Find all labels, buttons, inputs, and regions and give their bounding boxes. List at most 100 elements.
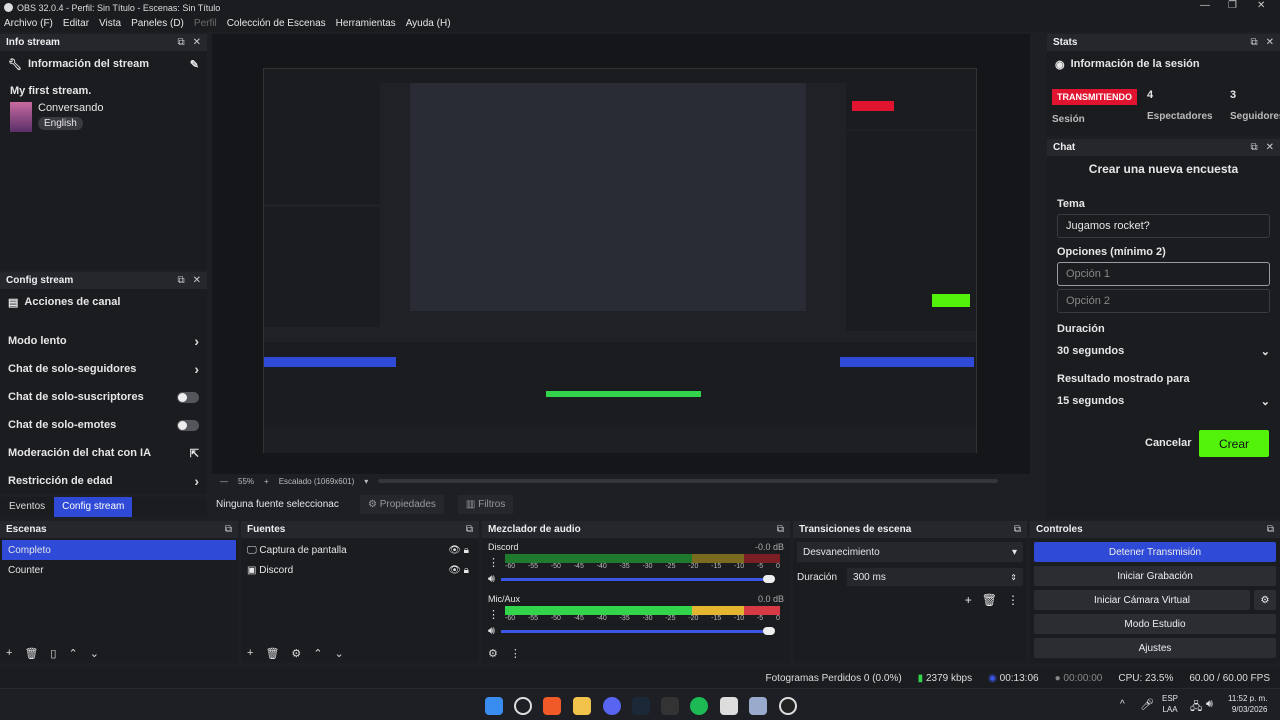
scene-filter-icon[interactable]: ▯ [50, 647, 56, 660]
menu-herramientas[interactable]: Herramientas [336, 18, 396, 29]
edit-icon[interactable]: ✎ [190, 58, 199, 71]
app-icon[interactable] [749, 697, 767, 715]
float-icon[interactable]: ⧉ [1267, 524, 1274, 535]
eye-icon[interactable]: 👁︎ [448, 545, 461, 556]
tema-input[interactable]: Jugamos rocket? [1057, 214, 1270, 238]
duration-input[interactable]: 300 ms ⇕ [847, 568, 1023, 586]
speaker-icon[interactable]: 🔊︎ [488, 573, 495, 586]
close-icon[interactable]: ✕ [1266, 142, 1274, 153]
lock-icon[interactable]: 🔒︎ [464, 565, 469, 576]
trash-icon[interactable]: 🗑︎ [982, 593, 997, 607]
preview-scrollbar[interactable] [378, 479, 999, 483]
epic-games-icon[interactable] [661, 697, 679, 715]
duracion-select[interactable]: 30 segundos ⌄ [1049, 339, 1278, 363]
zoom-in-icon[interactable]: + [264, 477, 269, 486]
chevron-down-icon[interactable]: ▾ [364, 477, 368, 486]
start-virtual-camera-button[interactable]: Iniciar Cámara Virtual [1034, 590, 1250, 610]
menu-coleccion[interactable]: Colección de Escenas [227, 18, 326, 29]
subs-only-toggle[interactable] [177, 391, 199, 403]
eye-icon[interactable]: 👁︎ [448, 565, 461, 576]
kebab-icon[interactable]: ⋮ [488, 556, 499, 569]
tab-config-stream[interactable]: Config stream [54, 497, 133, 517]
menu-vista[interactable]: Vista [99, 18, 121, 29]
create-button[interactable]: Crear [1199, 430, 1269, 457]
menu-paneles[interactable]: Paneles (D) [131, 18, 184, 29]
virtual-camera-settings-icon[interactable]: ⚙ [1254, 590, 1276, 610]
menu-ayuda[interactable]: Ayuda (H) [406, 18, 451, 29]
network-icon[interactable]: 🖧︎ [1190, 698, 1202, 717]
volume-icon[interactable]: 🔊︎ [1206, 698, 1213, 711]
float-icon[interactable]: ⧉ [777, 524, 784, 535]
followers-only-row[interactable]: Chat de solo-seguidores › [0, 355, 207, 383]
tab-eventos[interactable]: Eventos [0, 497, 54, 517]
chevron-up-icon[interactable]: ⌃ [313, 647, 322, 660]
float-icon[interactable]: ⧉ [1250, 142, 1257, 153]
clock[interactable]: 11:52 p. m. 9/03/2026 [1228, 693, 1267, 715]
source-item[interactable]: 🖵︎ Captura de pantalla 👁︎ 🔒︎ [241, 540, 479, 560]
stop-streaming-button[interactable]: Detener Transmisión [1034, 542, 1276, 562]
resultado-select[interactable]: 15 segundos ⌄ [1049, 389, 1278, 413]
volume-slider[interactable] [500, 575, 775, 583]
speaker-icon[interactable]: 🔊︎ [488, 625, 495, 638]
add-icon[interactable]: + [6, 647, 12, 659]
cancel-button[interactable]: Cancelar [1145, 437, 1191, 449]
start-recording-button[interactable]: Iniciar Grabación [1034, 566, 1276, 586]
chevron-up-icon[interactable]: ⌃ [68, 647, 77, 660]
studio-mode-button[interactable]: Modo Estudio [1034, 614, 1276, 634]
chevron-down-icon[interactable]: ⌄ [335, 647, 344, 660]
slow-mode-row[interactable]: Modo lento › [0, 327, 207, 355]
brave-icon[interactable] [543, 697, 561, 715]
spotify-icon[interactable] [690, 697, 708, 715]
float-icon[interactable]: ⧉ [466, 524, 473, 535]
lock-icon[interactable]: 🔒︎ [464, 545, 469, 556]
file-explorer-icon[interactable] [573, 697, 591, 715]
option2-input[interactable]: Opción 2 [1057, 289, 1270, 313]
ai-moderation-row[interactable]: Moderación del chat con IA ⇱ [0, 439, 207, 467]
emotes-only-toggle[interactable] [177, 419, 199, 431]
filters-button[interactable]: ▥ Filtros [457, 494, 514, 514]
option1-input[interactable]: Opción 1 [1057, 262, 1270, 286]
spinner-icon[interactable]: ⇕ [1010, 573, 1017, 582]
kebab-icon[interactable]: ⋮ [1007, 593, 1019, 607]
scene-item[interactable]: Counter [2, 560, 236, 580]
calculator-icon[interactable] [720, 697, 738, 715]
trash-icon[interactable]: 🗑︎ [265, 647, 279, 660]
menu-editar[interactable]: Editar [63, 18, 89, 29]
age-restriction-row[interactable]: Restricción de edad › [0, 467, 207, 495]
zoom-out-icon[interactable]: — [220, 477, 228, 486]
settings-button[interactable]: Ajustes [1034, 638, 1276, 658]
language-indicator[interactable]: ESP LAA [1162, 693, 1178, 715]
close-icon[interactable]: ✕ [193, 37, 201, 48]
minimize-icon[interactable]: — [1200, 0, 1210, 11]
float-icon[interactable]: ⧉ [225, 524, 232, 535]
source-item[interactable]: ▣ Discord 👁︎ 🔒︎ [241, 560, 479, 580]
close-icon[interactable]: ✕ [1266, 37, 1274, 48]
obs-icon[interactable] [779, 697, 797, 715]
float-icon[interactable]: ⧉ [177, 37, 184, 48]
steam-icon[interactable] [632, 697, 650, 715]
close-icon[interactable]: ✕ [1257, 0, 1265, 11]
float-icon[interactable]: ⧉ [177, 275, 184, 286]
gear-icon[interactable]: ⚙ [291, 647, 301, 660]
search-icon[interactable] [514, 697, 532, 715]
add-icon[interactable]: + [965, 593, 972, 607]
chevron-down-icon[interactable]: ⌄ [90, 647, 99, 660]
menu-perfil[interactable]: Perfil [194, 18, 217, 29]
add-icon[interactable]: + [247, 647, 253, 659]
transition-select[interactable]: Desvanecimiento ▾ [797, 542, 1023, 562]
trash-icon[interactable]: 🗑︎ [24, 647, 38, 660]
menu-archivo[interactable]: Archivo (F) [4, 18, 53, 29]
mixer-settings-icon[interactable]: ⚙ [488, 647, 498, 660]
kebab-icon[interactable]: ⋮ [488, 608, 499, 621]
float-icon[interactable]: ⧉ [1250, 37, 1257, 48]
discord-icon[interactable] [603, 697, 621, 715]
float-icon[interactable]: ⧉ [1014, 524, 1021, 535]
close-icon[interactable]: ✕ [193, 275, 201, 286]
chevron-up-icon[interactable]: ^ [1120, 699, 1125, 710]
maximize-icon[interactable]: ❐ [1228, 0, 1237, 11]
windows-start-icon[interactable] [485, 697, 503, 715]
properties-button[interactable]: ⚙ Propiedades [360, 494, 444, 514]
microphone-icon[interactable]: 🎤︎ [1140, 698, 1154, 711]
kebab-icon[interactable]: ⋮ [510, 647, 521, 660]
volume-slider[interactable] [500, 627, 775, 635]
